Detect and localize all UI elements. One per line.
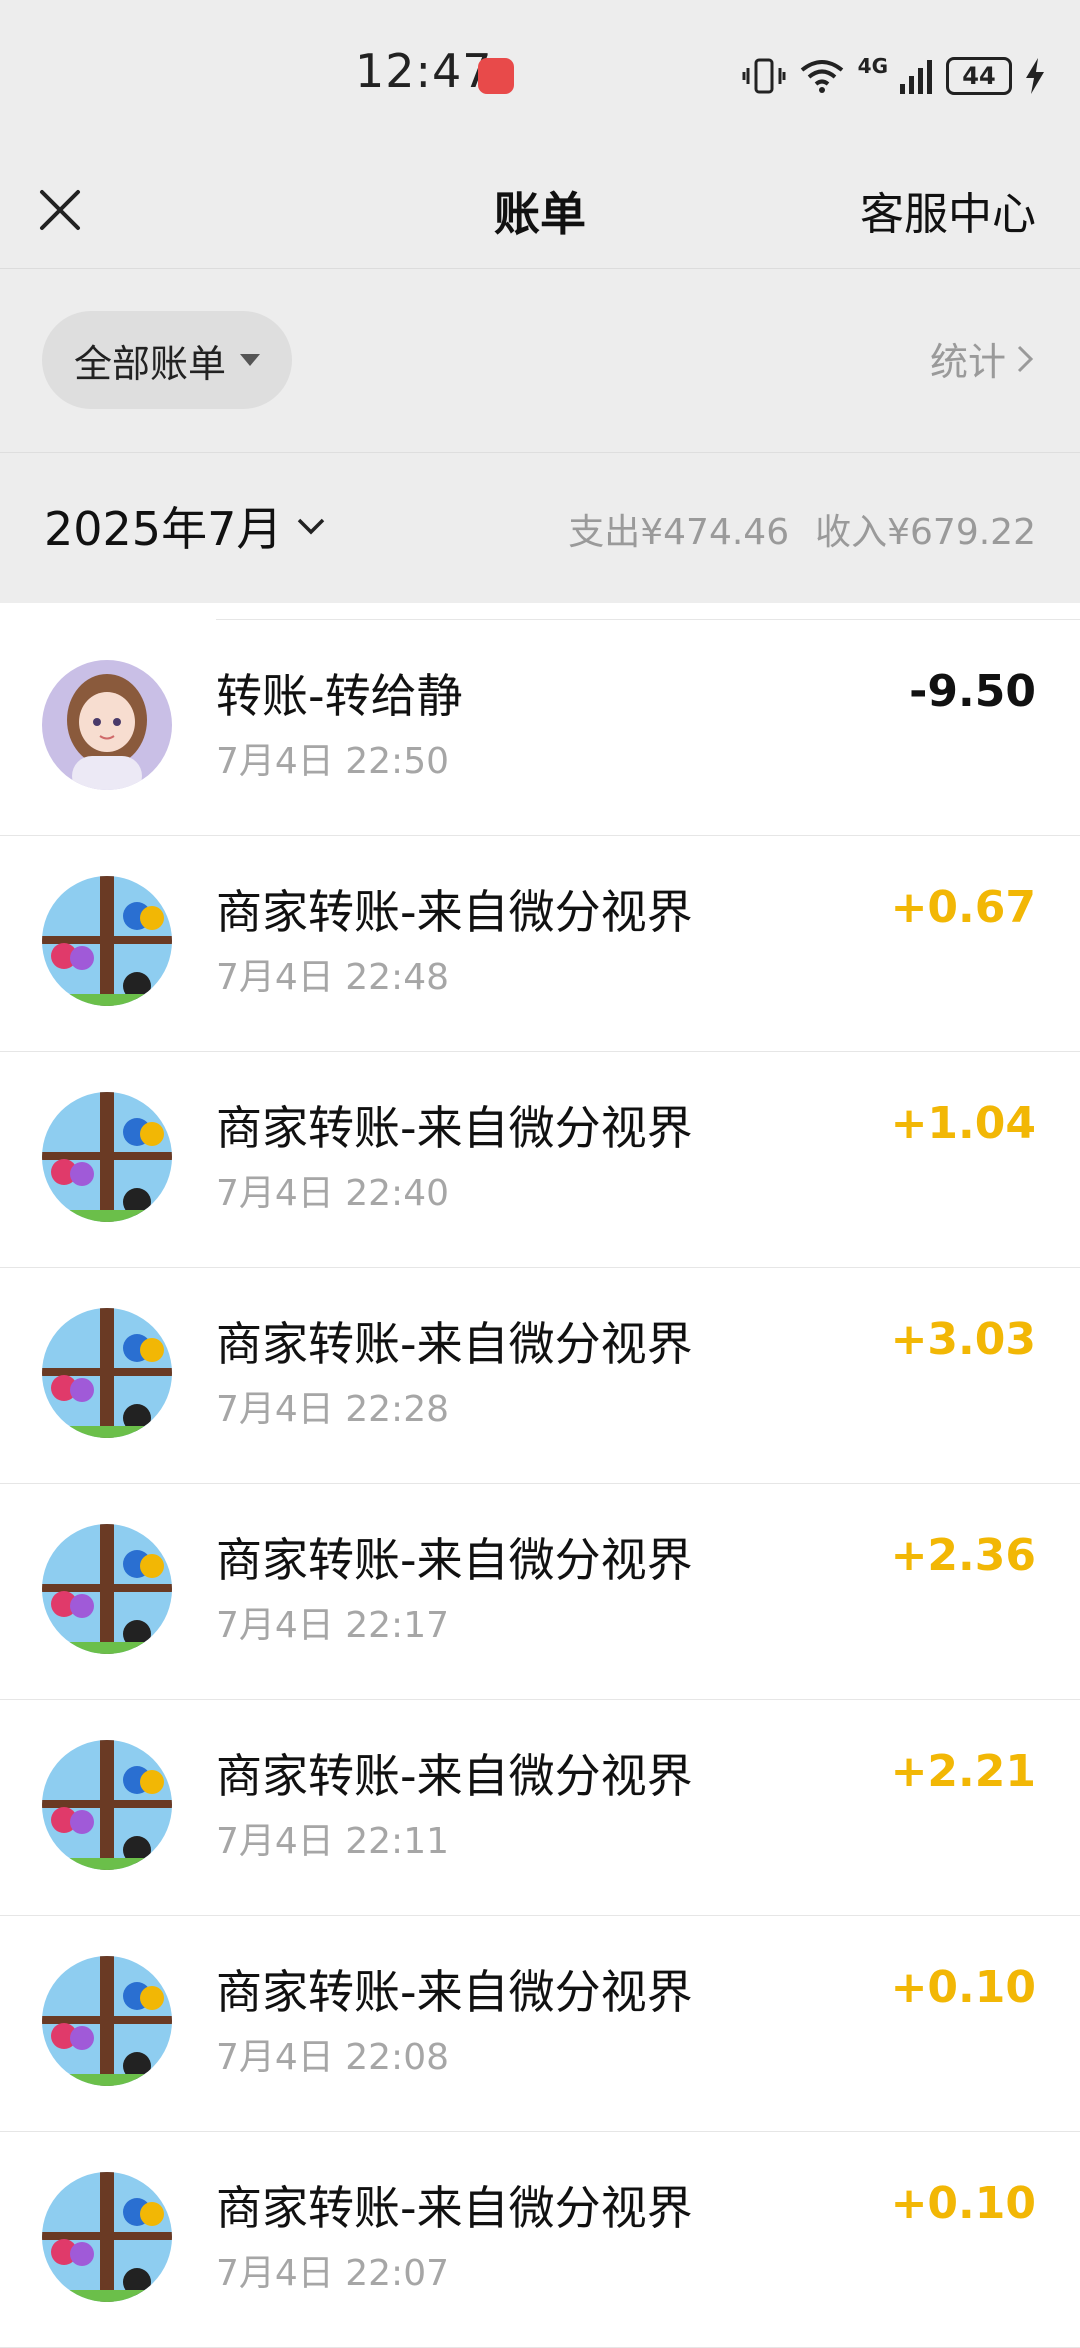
birds-avatar — [42, 876, 172, 1006]
network-type-label: 4G — [857, 54, 888, 78]
transaction-time: 7月4日 22:07 — [216, 2253, 449, 2294]
transaction-time: 7月4日 22:50 — [216, 741, 449, 782]
transaction-amount: -9.50 — [909, 666, 1036, 717]
transaction-amount: +2.21 — [890, 1746, 1036, 1797]
transaction-title: 转账-转给静 — [216, 669, 463, 723]
girl-avatar — [42, 660, 172, 790]
chevron-down-icon — [298, 518, 325, 535]
month-selector[interactable]: 2025年7月 — [44, 493, 326, 559]
transaction-time: 7月4日 22:28 — [216, 1389, 449, 1430]
transaction-title: 商家转账-来自微分视界 — [216, 1749, 693, 1803]
birds-avatar — [42, 1092, 172, 1222]
income-label: 收入 — [815, 512, 888, 553]
status-icons: 4G 44 — [742, 54, 1046, 98]
month-summary: 支出¥474.46 收入¥679.22 — [568, 503, 1036, 555]
transaction-time: 7月4日 22:48 — [216, 957, 449, 998]
battery-icon: 44 — [946, 57, 1012, 95]
transaction-title: 商家转账-来自微分视界 — [216, 885, 693, 939]
transaction-row[interactable]: 转账-转给静 7月4日 22:50 -9.50 — [0, 620, 1080, 836]
transaction-amount: +1.04 — [890, 1098, 1036, 1149]
birds-avatar — [42, 1956, 172, 2086]
transaction-amount: +3.03 — [890, 1314, 1036, 1365]
customer-service-link[interactable]: 客服中心 — [860, 178, 1036, 242]
transaction-title: 商家转账-来自微分视界 — [216, 1533, 693, 1587]
statistics-link[interactable]: 统计 — [930, 331, 1034, 386]
status-bar: 12:47 4G 44 — [0, 0, 1080, 150]
transaction-amount: +0.10 — [890, 1962, 1036, 2013]
birds-avatar — [42, 2172, 172, 2302]
income-value: ¥679.22 — [887, 512, 1036, 553]
month-label: 2025年7月 — [44, 502, 283, 556]
transaction-title: 商家转账-来自微分视界 — [216, 1317, 693, 1371]
bill-type-filter[interactable]: 全部账单 — [42, 311, 292, 409]
chevron-right-icon — [1017, 345, 1034, 372]
transaction-time: 7月4日 22:11 — [216, 1821, 449, 1862]
transaction-row[interactable]: 商家转账-来自微分视界 7月4日 22:28 +3.03 — [0, 1268, 1080, 1484]
expense-value: ¥474.46 — [640, 512, 790, 553]
income-summary: 收入¥679.22 — [815, 503, 1036, 555]
transaction-title: 商家转账-来自微分视界 — [216, 1965, 693, 2019]
transaction-time: 7月4日 22:40 — [216, 1173, 449, 1214]
status-time: 12:47 — [355, 44, 493, 98]
title-bar: 账单 客服中心 — [0, 150, 1080, 269]
wifi-icon — [800, 60, 843, 93]
transaction-row[interactable]: 商家转账-来自微分视界 7月4日 22:11 +2.21 — [0, 1700, 1080, 1916]
vibrate-icon — [742, 58, 786, 94]
birds-avatar — [42, 1740, 172, 1870]
dropdown-triangle-icon — [240, 354, 260, 366]
signal-icon — [900, 60, 932, 94]
transaction-row[interactable]: 商家转账-来自微分视界 7月4日 22:07 +0.10 — [0, 2132, 1080, 2348]
statistics-label: 统计 — [929, 340, 1006, 384]
transaction-amount: +2.36 — [890, 1530, 1036, 1581]
transaction-list: 转账-转给静 7月4日 22:50 -9.50 商家转账-来自微分视界 7月4日… — [0, 603, 1080, 2348]
transaction-row[interactable]: 商家转账-来自微分视界 7月4日 22:17 +2.36 — [0, 1484, 1080, 1700]
expense-label: 支出 — [568, 512, 641, 553]
expense-summary: 支出¥474.46 — [568, 503, 789, 555]
transaction-row[interactable]: 商家转账-来自微分视界 7月4日 22:48 +0.67 — [0, 836, 1080, 1052]
transaction-amount: +0.67 — [890, 882, 1036, 933]
transaction-time: 7月4日 22:17 — [216, 1605, 449, 1646]
charging-icon — [1026, 58, 1044, 94]
app-notification-icon — [478, 58, 514, 94]
birds-avatar — [42, 1524, 172, 1654]
transaction-amount: +0.10 — [890, 2178, 1036, 2229]
bill-type-label: 全部账单 — [73, 341, 226, 386]
filter-bar: 全部账单 统计 — [0, 269, 1080, 453]
transaction-row[interactable]: 商家转账-来自微分视界 7月4日 22:08 +0.10 — [0, 1916, 1080, 2132]
birds-avatar — [42, 1308, 172, 1438]
transaction-time: 7月4日 22:08 — [216, 2037, 449, 2078]
transaction-title: 商家转账-来自微分视界 — [216, 2181, 693, 2235]
month-bar: 2025年7月 支出¥474.46 收入¥679.22 — [0, 453, 1080, 603]
transaction-row[interactable]: 商家转账-来自微分视界 7月4日 22:40 +1.04 — [0, 1052, 1080, 1268]
battery-level: 44 — [962, 62, 996, 90]
transaction-title: 商家转账-来自微分视界 — [216, 1101, 693, 1155]
list-top-divider — [216, 603, 1080, 620]
